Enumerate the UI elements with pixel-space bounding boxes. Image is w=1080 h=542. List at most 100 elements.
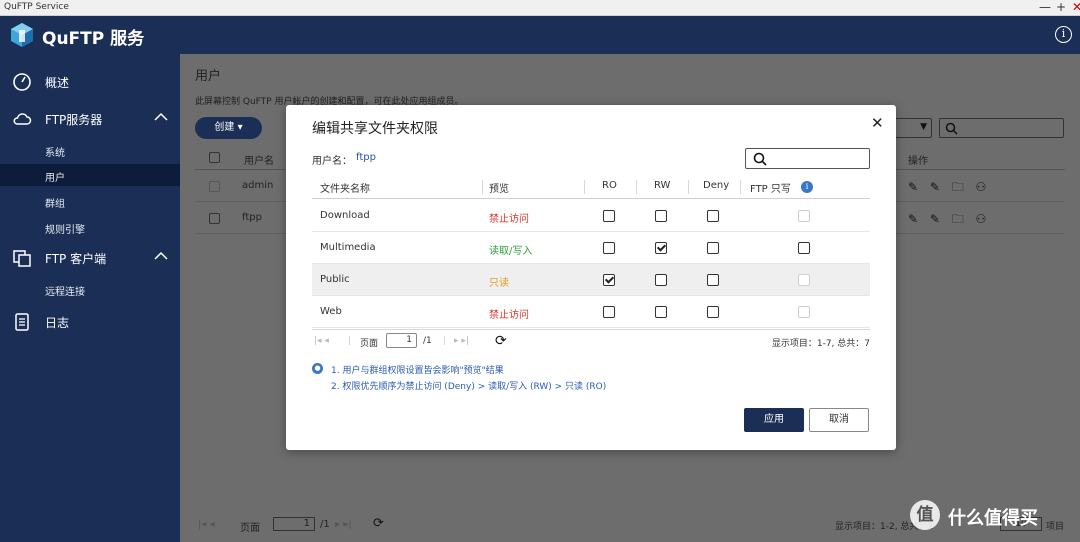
next-page-button[interactable]: ▸ ▸| — [335, 519, 352, 530]
info-icon[interactable]: i — [801, 181, 813, 193]
minimize-button[interactable]: — — [1039, 0, 1051, 15]
watermark-logo: 值 — [910, 500, 940, 530]
sidebar: 概述 FTP服务器 系统 用户 群组 规则引擎 FTP 客户端 远程连接 日志 — [0, 54, 180, 542]
first-page-button[interactable]: |◂ ◂ — [314, 336, 329, 346]
note-line: 2. 权限优先顺序为禁止访问 (Deny) > 读取/写入 (RW) > 只读 … — [331, 379, 606, 392]
create-button[interactable]: 创建 ▾ — [195, 117, 262, 139]
deny-checkbox[interactable] — [707, 242, 719, 254]
row-action-icons[interactable]: ✎ ✎ 🗀 ⚇ — [908, 178, 990, 199]
per-page-suffix: 项目 — [1046, 519, 1064, 532]
cancel-button[interactable]: 取消 — [809, 408, 869, 432]
ftp-readonly-checkbox — [798, 306, 810, 318]
sidebar-subitem-system[interactable]: 系统 — [0, 139, 180, 161]
next-page-button[interactable]: ▸ ▸| — [454, 336, 469, 346]
permission-row: Public 只读 — [312, 264, 870, 296]
sidebar-item-logs[interactable]: 日志 — [0, 307, 180, 335]
sidebar-item-overview[interactable]: 概述 — [0, 67, 180, 95]
filter-select[interactable]: ▼ — [895, 118, 932, 138]
column-deny: Deny — [703, 180, 729, 191]
page-title: 用户 — [195, 65, 221, 84]
column-preview: 预览 — [489, 180, 509, 195]
folder-name: Multimedia — [320, 242, 376, 253]
sidebar-item-label: 日志 — [45, 314, 69, 331]
ro-checkbox[interactable] — [603, 242, 615, 254]
quftp-logo-icon — [10, 22, 34, 48]
refresh-icon[interactable]: ⟳ — [495, 333, 507, 349]
row-checkbox[interactable] — [209, 213, 220, 224]
page-label: 页面 — [360, 336, 378, 349]
folder-search-input[interactable] — [745, 148, 870, 169]
search-icon — [753, 152, 767, 166]
cloud-icon — [12, 109, 32, 129]
permissions-table-header: 文件夹名称 预览 RO RW Deny FTP 只写 i — [312, 175, 870, 199]
display-count: 显示项目：1-7, 总共：7 — [772, 336, 870, 349]
username-cell: admin — [242, 180, 273, 191]
maximize-button[interactable]: + — [1056, 0, 1066, 15]
folder-name: Web — [320, 306, 342, 317]
ro-checkbox[interactable] — [603, 210, 615, 222]
rw-checkbox[interactable] — [655, 210, 667, 222]
total-pages: /1 — [320, 519, 330, 530]
window-titlebar: QuFTP Service — + ✕ — [0, 0, 1080, 16]
info-icon[interactable]: i — [1055, 26, 1072, 43]
row-checkbox[interactable] — [209, 181, 220, 192]
page-input[interactable]: 1 — [386, 333, 417, 348]
username-cell: ftpp — [242, 212, 262, 223]
preview-status: 禁止访问 — [489, 210, 529, 225]
preview-status: 只读 — [489, 274, 509, 289]
column-actions: 操作 — [908, 152, 928, 167]
folder-name: Public — [320, 274, 350, 285]
row-action-icons[interactable]: ✎ ✎ 🗀 ⚇ — [908, 210, 990, 231]
sidebar-subitem-rule-engine[interactable]: 规则引擎 — [0, 216, 180, 238]
sidebar-item-ftp-server[interactable]: FTP服务器 — [0, 104, 180, 132]
folder-name: Download — [320, 210, 370, 221]
rw-checkbox[interactable] — [655, 274, 667, 286]
page-label: 页面 — [240, 519, 260, 534]
deny-checkbox[interactable] — [707, 274, 719, 286]
sidebar-item-label: FTP服务器 — [45, 111, 102, 128]
column-divider — [482, 180, 483, 194]
page-input[interactable]: 1 — [273, 517, 315, 531]
dashboard-icon — [12, 72, 32, 92]
select-all-checkbox[interactable] — [209, 152, 220, 163]
chevron-up-icon[interactable] — [154, 112, 168, 122]
ftp-readonly-checkbox — [798, 274, 810, 286]
ftp-readonly-checkbox[interactable] — [798, 242, 810, 254]
permission-row: Download 禁止访问 — [312, 200, 870, 232]
total-pages: /1 — [423, 336, 432, 346]
rw-checkbox[interactable] — [655, 242, 667, 254]
log-list-icon — [12, 312, 32, 332]
edit-folder-permissions-dialog: 编辑共享文件夹权限 ✕ 用户名： ftpp 文件夹名称 预览 RO RW Den… — [286, 105, 896, 450]
sidebar-item-ftp-client[interactable]: FTP 客户端 — [0, 243, 180, 271]
deny-checkbox[interactable] — [707, 210, 719, 222]
app-name: QuFTP 服务 — [42, 24, 144, 49]
ftp-readonly-checkbox — [798, 210, 810, 222]
chevron-up-icon[interactable] — [154, 251, 168, 261]
search-icon — [945, 122, 958, 135]
sidebar-subitem-groups[interactable]: 群组 — [0, 190, 180, 212]
close-icon[interactable]: ✕ — [871, 114, 884, 132]
preview-status: 读取/写入 — [489, 242, 532, 257]
app-header: QuFTP 服务 i — [0, 16, 1080, 54]
column-ftp-readonly: FTP 只写 — [750, 180, 791, 195]
window-title: QuFTP Service — [4, 2, 69, 12]
column-folder: 文件夹名称 — [320, 180, 370, 195]
sidebar-subitem-users[interactable]: 用户 — [0, 164, 180, 186]
ro-checkbox[interactable] — [603, 306, 615, 318]
dialog-pager: |◂ ◂ | 页面 1 /1 | ▸ ▸| ⟳ 显示项目：1-7, 总共：7 — [312, 329, 870, 351]
rw-checkbox[interactable] — [655, 306, 667, 318]
deny-checkbox[interactable] — [707, 306, 719, 318]
column-divider — [584, 180, 585, 194]
sidebar-subitem-remote-connection[interactable]: 远程连接 — [0, 278, 180, 300]
apply-button[interactable]: 应用 — [744, 408, 804, 432]
username-value: ftpp — [356, 152, 376, 163]
close-window-button[interactable]: ✕ — [1072, 0, 1080, 15]
ro-checkbox[interactable] — [603, 274, 615, 286]
sidebar-item-label: 概述 — [45, 74, 69, 91]
tip-icon: ● — [312, 363, 323, 374]
first-page-button[interactable]: |◂ ◂ — [198, 519, 215, 530]
column-ro: RO — [602, 180, 617, 191]
permission-row: Multimedia 读取/写入 — [312, 232, 870, 264]
search-input[interactable] — [939, 118, 1064, 138]
refresh-icon[interactable]: ⟳ — [373, 516, 384, 531]
